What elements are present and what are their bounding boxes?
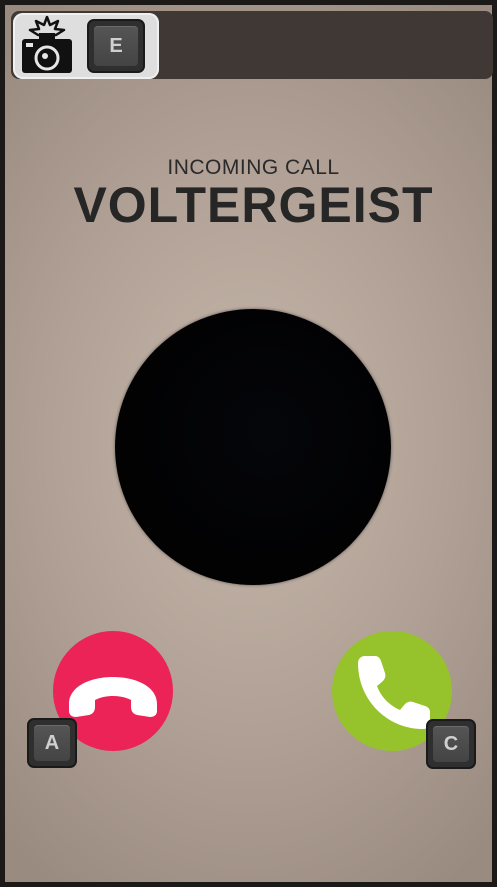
camera-flash-icon[interactable] <box>18 15 76 75</box>
caller-name: VOLTERGEIST <box>73 177 434 233</box>
hotkey-label: E <box>94 26 138 66</box>
accept-hotkey[interactable]: C <box>426 719 476 769</box>
hotkey-label: C <box>433 726 469 762</box>
hotkey-label: A <box>34 725 70 761</box>
decline-hotkey[interactable]: A <box>27 718 77 768</box>
phone-screen: E INCOMING CALL VOLTERGEIST A C <box>0 0 497 887</box>
caller-avatar <box>115 309 391 585</box>
camera-hotkey[interactable]: E <box>87 19 145 73</box>
